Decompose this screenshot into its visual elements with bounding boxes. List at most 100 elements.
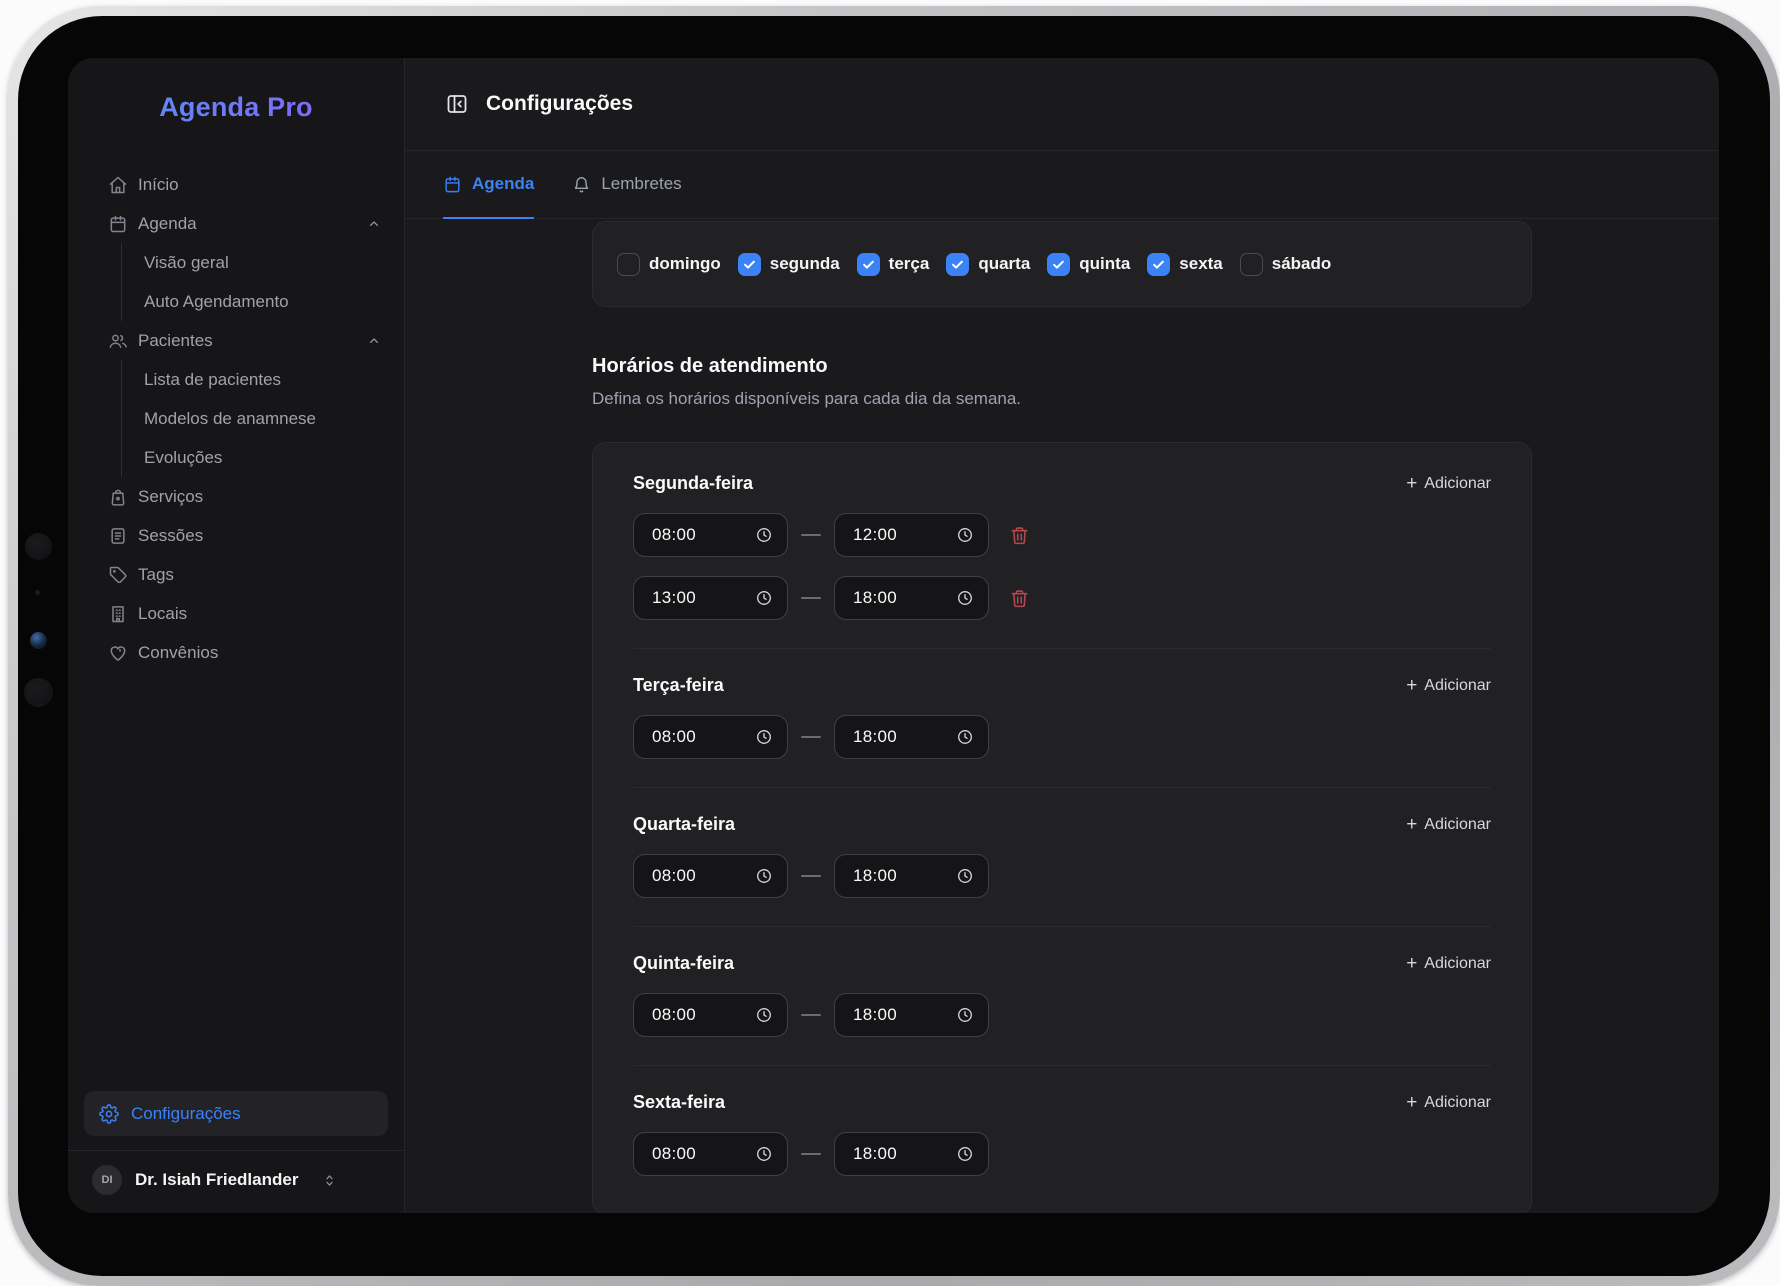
weekday-selector-card: domingo segunda terça quarta quinta sexta sába… (592, 221, 1532, 307)
sidebar-item-pacientes[interactable]: Pacientes (108, 321, 382, 360)
add-time-label: Adicionar (1424, 816, 1491, 834)
app-window: Agenda Pro InícioAgendaVisão geralAuto A… (68, 58, 1719, 1213)
weekday-label: sexta (1179, 254, 1222, 274)
day-label: Segunda-feira (633, 473, 753, 494)
weekday-checkbox-terca[interactable]: terça (857, 253, 930, 276)
tab-agenda[interactable]: Agenda (443, 151, 534, 219)
sidebar-subitem-modelos-de-anamnese[interactable]: Modelos de anamnese (144, 399, 382, 438)
range-separator (801, 1153, 821, 1155)
time-input-end[interactable]: 18:00 (834, 576, 989, 620)
time-input-start[interactable]: 13:00 (633, 576, 788, 620)
gear-icon (99, 1104, 119, 1124)
time-value: 18:00 (853, 1144, 897, 1164)
weekday-checkbox-quinta[interactable]: quinta (1047, 253, 1130, 276)
weekday-checkbox-quarta[interactable]: quarta (946, 253, 1030, 276)
chevrons-up-down-icon (321, 1172, 338, 1189)
page-header: Configurações (405, 58, 1719, 151)
add-time-button[interactable]: +Adicionar (1406, 474, 1491, 493)
day-schedule-quinta-feira: Quinta-feira+Adicionar08:0018:00 (633, 953, 1491, 1037)
time-input-end[interactable]: 18:00 (834, 993, 989, 1037)
weekday-checkbox-sexta[interactable]: sexta (1147, 253, 1222, 276)
time-input-end[interactable]: 12:00 (834, 513, 989, 557)
checkbox-unchecked-icon[interactable] (617, 253, 640, 276)
time-input-end[interactable]: 18:00 (834, 1132, 989, 1176)
weekday-label: quinta (1079, 254, 1130, 274)
tablet-bezel: Agenda Pro InícioAgendaVisão geralAuto A… (18, 16, 1770, 1276)
bag-icon (108, 487, 128, 507)
time-value: 13:00 (652, 588, 696, 608)
add-time-button[interactable]: +Adicionar (1406, 815, 1491, 834)
checkbox-checked-icon[interactable] (738, 253, 761, 276)
sidebar-subitem-evolucoes[interactable]: Evoluções (144, 438, 382, 477)
sidebar-item-label: Convênios (138, 643, 218, 663)
section-title: Horários de atendimento (592, 355, 1532, 378)
checkbox-checked-icon[interactable] (1047, 253, 1070, 276)
day-schedule-segunda-feira: Segunda-feira +Adicionar 08:00 12:00 13:00 18… (633, 473, 1491, 620)
clock-icon (755, 1006, 773, 1024)
checkbox-checked-icon[interactable] (1147, 253, 1170, 276)
microphone-dot-icon (35, 590, 40, 595)
time-input-start[interactable]: 08:00 (633, 993, 788, 1037)
sidebar-item-tags[interactable]: Tags (108, 555, 382, 594)
sidebar-item-convenios[interactable]: Convênios (108, 633, 382, 672)
sidebar-subgroup-agenda: Visão geralAuto Agendamento (121, 243, 382, 321)
checkbox-checked-icon[interactable] (946, 253, 969, 276)
sidebar-item-inicio[interactable]: Início (108, 165, 382, 204)
delete-range-button[interactable] (1009, 525, 1030, 546)
plus-icon: + (1406, 676, 1417, 695)
day-label: Quarta-feira (633, 814, 735, 835)
checkbox-unchecked-icon[interactable] (1240, 253, 1263, 276)
clock-icon (956, 1145, 974, 1163)
chevron-up-icon (366, 216, 382, 232)
day-schedule-quarta-feira: Quarta-feira +Adicionar 08:00 18:00 (633, 814, 1491, 898)
avatar: DI (92, 1165, 122, 1195)
sidebar-subgroup-pacientes: Lista de pacientesModelos de anamneseEvo… (121, 360, 382, 477)
sidebar-item-label: Início (138, 175, 179, 195)
tab-lembretes[interactable]: Lembretes (572, 151, 681, 219)
add-time-label: Adicionar (1424, 475, 1491, 493)
tab-label: Agenda (472, 174, 534, 194)
calendar-icon (108, 214, 128, 234)
weekday-checkbox-segunda[interactable]: segunda (738, 253, 840, 276)
time-input-end[interactable]: 18:00 (834, 854, 989, 898)
range-separator (801, 1014, 821, 1016)
add-time-button[interactable]: +Adicionar (1406, 1093, 1491, 1112)
sidebar-item-servicos[interactable]: Serviços (108, 477, 382, 516)
divider (633, 787, 1491, 788)
time-input-end[interactable]: 18:00 (834, 715, 989, 759)
add-time-button[interactable]: +Adicionar (1406, 676, 1491, 695)
section-subtitle: Defina os horários disponíveis para cada… (592, 389, 1532, 409)
time-input-start[interactable]: 08:00 (633, 854, 788, 898)
sidebar-item-agenda[interactable]: Agenda (108, 204, 382, 243)
weekday-checkbox-sabado[interactable]: sábado (1240, 253, 1332, 276)
add-time-button[interactable]: +Adicionar (1406, 954, 1491, 973)
sidebar-item-configuracoes[interactable]: Configurações (84, 1091, 388, 1136)
day-schedule-header: Sexta-feira+Adicionar (633, 1092, 1491, 1113)
time-input-start[interactable]: 08:00 (633, 513, 788, 557)
day-schedule-header: Segunda-feira +Adicionar (633, 473, 1491, 494)
sidebar-item-sessoes[interactable]: Sessões (108, 516, 382, 555)
heart-icon (108, 643, 128, 663)
sidebar-item-locais[interactable]: Locais (108, 594, 382, 633)
sidebar-nav: Início AgendaVisão geralAuto AgendamentoP… (68, 165, 404, 672)
time-input-start[interactable]: 08:00 (633, 715, 788, 759)
sidebar-subitem-auto-agendamento[interactable]: Auto Agendamento (144, 282, 382, 321)
front-camera-icon (30, 632, 47, 649)
app-logo: Agenda Pro (68, 92, 404, 123)
tag-icon (108, 565, 128, 585)
time-value: 18:00 (853, 866, 897, 886)
sidebar-subitem-visao-geral[interactable]: Visão geral (144, 243, 382, 282)
range-separator (801, 875, 821, 877)
sidebar-toggle-icon[interactable] (445, 92, 469, 116)
range-separator (801, 736, 821, 738)
time-value: 08:00 (652, 525, 696, 545)
user-menu[interactable]: DI Dr. Isiah Friedlander (68, 1151, 404, 1205)
weekday-checkbox-domingo[interactable]: domingo (617, 253, 721, 276)
sidebar-item-label: Serviços (138, 487, 203, 507)
time-input-start[interactable]: 08:00 (633, 1132, 788, 1176)
weekday-label: segunda (770, 254, 840, 274)
checkbox-checked-icon[interactable] (857, 253, 880, 276)
divider (633, 648, 1491, 649)
delete-range-button[interactable] (1009, 588, 1030, 609)
sidebar-subitem-lista-de-pacientes[interactable]: Lista de pacientes (144, 360, 382, 399)
